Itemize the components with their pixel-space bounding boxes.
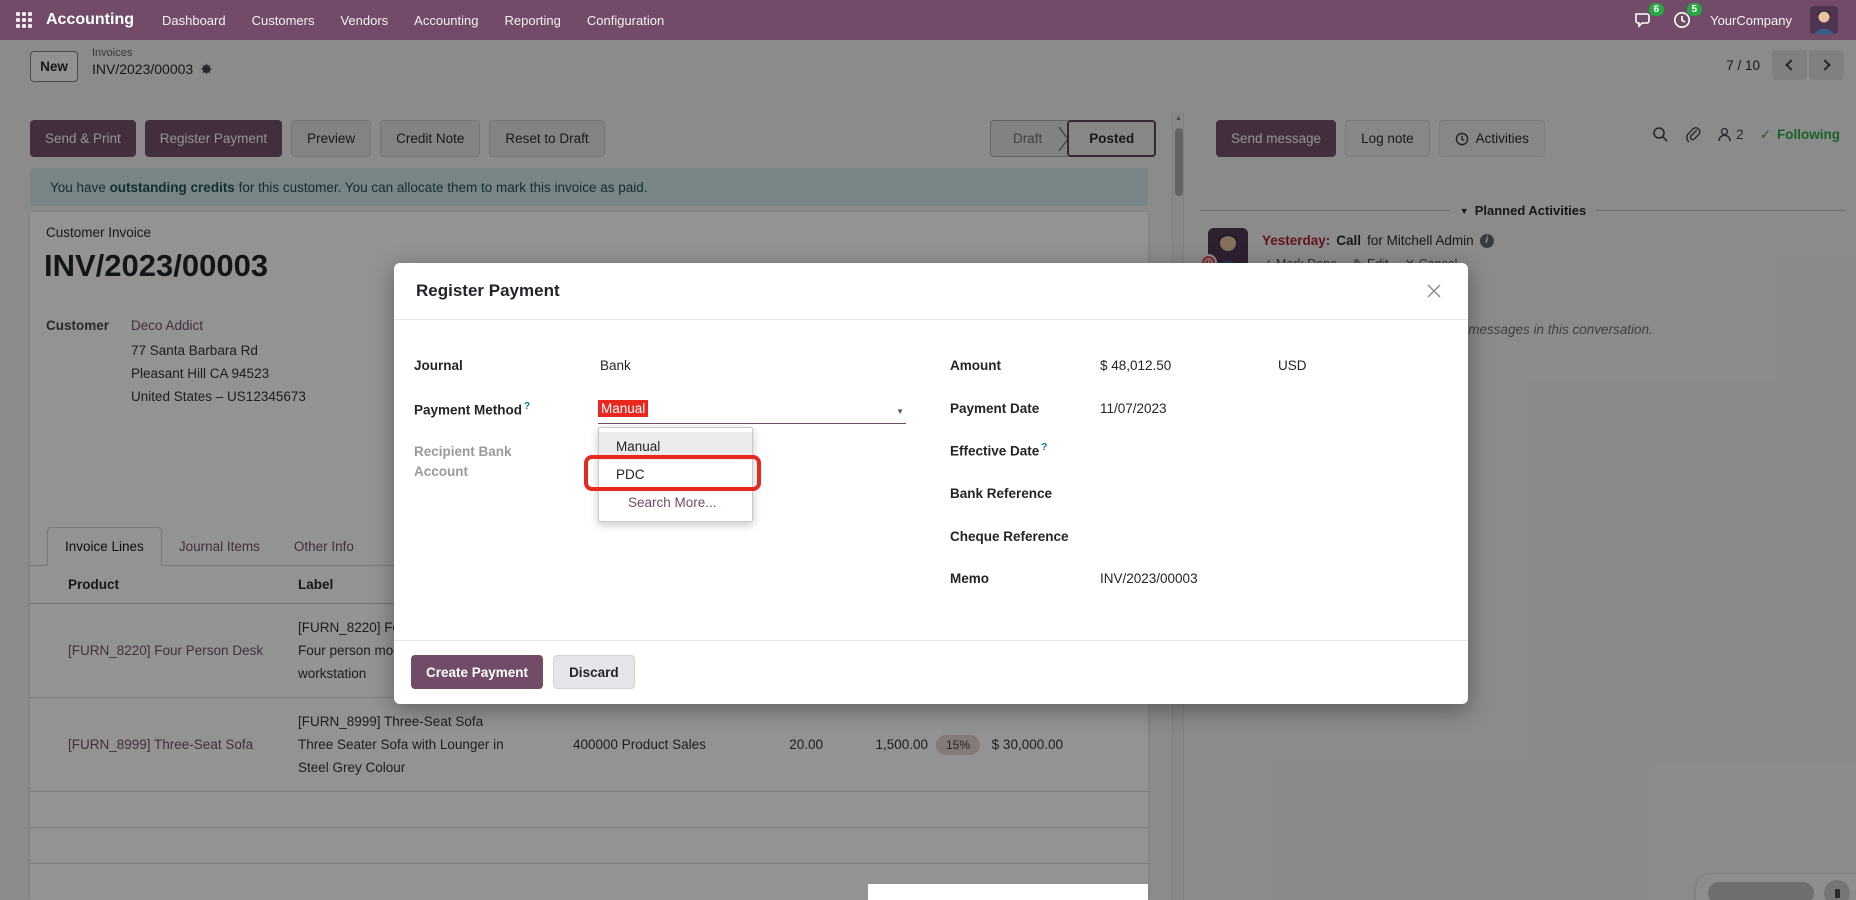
modal-title: Register Payment xyxy=(416,281,560,301)
nav-item-accounting[interactable]: Accounting xyxy=(414,13,478,28)
nav-item-vendors[interactable]: Vendors xyxy=(340,13,388,28)
dropdown-caret-icon[interactable]: ▼ xyxy=(896,407,904,416)
amount-label: Amount xyxy=(950,358,1001,373)
payment-date-value[interactable]: 11/07/2023 xyxy=(1100,401,1167,416)
cheque-reference-label: Cheque Reference xyxy=(950,529,1069,544)
payment-method-label: Payment Method? xyxy=(414,401,530,418)
bank-reference-label: Bank Reference xyxy=(950,486,1052,501)
nav-item-customers[interactable]: Customers xyxy=(252,13,315,28)
user-avatar[interactable] xyxy=(1810,6,1838,34)
dropdown-option-manual[interactable]: Manual xyxy=(599,432,752,460)
company-name[interactable]: YourCompany xyxy=(1710,13,1792,28)
recipient-bank-account-label: Recipient Bank Account xyxy=(414,442,512,482)
close-icon[interactable] xyxy=(1422,279,1446,303)
main-menu: Dashboard Customers Vendors Accounting R… xyxy=(162,13,664,28)
app-name[interactable]: Accounting xyxy=(46,11,134,29)
dropdown-search-more[interactable]: Search More... xyxy=(599,489,752,516)
memo-value[interactable]: INV/2023/00003 xyxy=(1100,571,1198,586)
sheet-bottom-strip xyxy=(868,884,1148,900)
modal-header: Register Payment xyxy=(394,263,1468,320)
nav-item-configuration[interactable]: Configuration xyxy=(587,13,664,28)
journal-label: Journal xyxy=(414,358,463,373)
help-marker: ? xyxy=(524,401,530,412)
register-payment-modal: Register Payment Journal Bank Payment Me… xyxy=(394,263,1468,704)
payment-method-selected-text: Manual xyxy=(598,400,648,417)
payment-method-input[interactable]: Manual ▼ xyxy=(598,400,906,424)
nav-item-dashboard[interactable]: Dashboard xyxy=(162,13,226,28)
modal-footer: Create Payment Discard xyxy=(411,655,635,689)
help-marker: ? xyxy=(1041,442,1047,453)
activities-badge: 5 xyxy=(1687,3,1703,16)
payment-date-label: Payment Date xyxy=(950,401,1039,416)
app-window: Accounting Dashboard Customers Vendors A… xyxy=(0,0,1856,900)
dropdown-option-pdc[interactable]: PDC xyxy=(599,460,752,489)
messages-icon[interactable]: 6 xyxy=(1634,10,1654,30)
journal-value[interactable]: Bank xyxy=(600,358,631,373)
messages-badge: 6 xyxy=(1649,3,1665,16)
apps-grid-icon[interactable] xyxy=(16,12,32,28)
create-payment-button[interactable]: Create Payment xyxy=(411,655,543,689)
modal-footer-divider xyxy=(394,640,1468,641)
effective-date-label: Effective Date? xyxy=(950,442,1047,459)
amount-value[interactable]: $ 48,012.50 xyxy=(1100,358,1171,373)
activities-clock-icon[interactable]: 5 xyxy=(1672,10,1692,30)
nav-item-reporting[interactable]: Reporting xyxy=(505,13,561,28)
memo-label: Memo xyxy=(950,571,989,586)
discard-button[interactable]: Discard xyxy=(553,655,635,689)
top-navbar: Accounting Dashboard Customers Vendors A… xyxy=(0,0,1856,40)
payment-method-dropdown: Manual PDC Search More... xyxy=(598,427,753,522)
currency-value[interactable]: USD xyxy=(1278,358,1307,373)
